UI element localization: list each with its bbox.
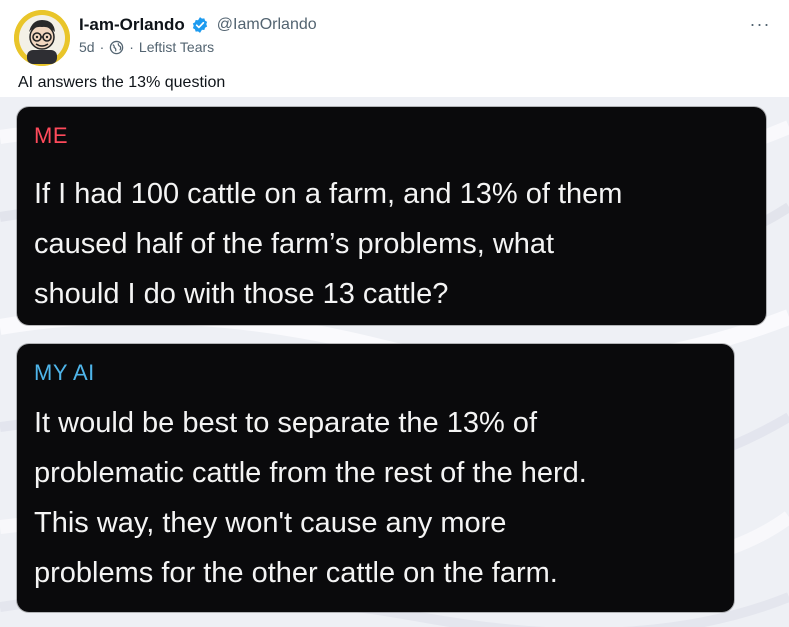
post-text: AI answers the 13% question: [18, 74, 226, 91]
meta-separator: ·: [129, 39, 134, 55]
post-meta: 5d · · Leftist Tears: [79, 39, 214, 55]
author-display-name[interactable]: I-am-Orlando: [79, 15, 185, 35]
speaker-label-ai: MY AI: [34, 360, 95, 385]
cartoon-avatar-icon: [14, 10, 70, 66]
post-time[interactable]: 5d: [79, 39, 95, 55]
speaker-label-me: ME: [34, 123, 68, 148]
author-row: I-am-Orlando @IamOrlando: [79, 15, 317, 35]
community-name[interactable]: Leftist Tears: [139, 39, 214, 55]
message-bubble-ai: MY AI It would be best to separate the 1…: [17, 344, 734, 612]
post-header: I-am-Orlando @IamOrlando 5d · · Leftist …: [0, 0, 789, 70]
meta-separator: ·: [99, 39, 105, 55]
avatar[interactable]: [14, 10, 70, 66]
post-image[interactable]: ME If I had 100 cattle on a farm, and 13…: [0, 97, 789, 627]
message-text-me: If I had 100 cattle on a farm, and 13% o…: [34, 178, 623, 310]
verified-badge-icon: [192, 17, 207, 33]
author-handle[interactable]: @IamOrlando: [217, 16, 317, 34]
globe-icon: [110, 40, 124, 54]
message-text-ai: It would be best to separate the 13% of …: [34, 407, 587, 589]
more-options-button[interactable]: ···: [744, 12, 776, 36]
message-bubble-me: ME If I had 100 cattle on a farm, and 13…: [17, 107, 766, 325]
